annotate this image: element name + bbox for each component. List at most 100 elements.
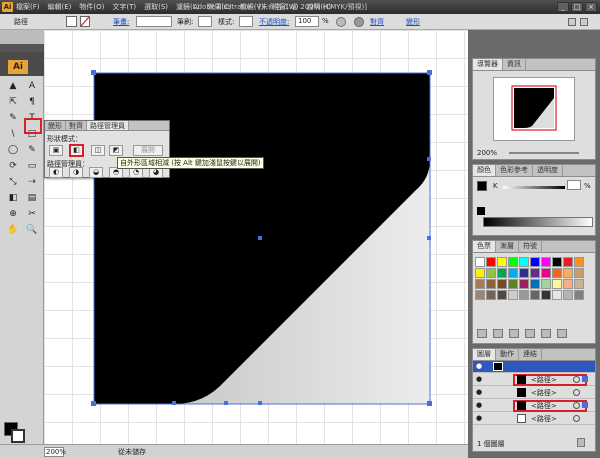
color-swatch[interactable] (475, 279, 485, 289)
tab-links[interactable]: 連結 (519, 349, 542, 360)
color-swatch[interactable] (486, 290, 496, 300)
k-value-field[interactable] (567, 180, 581, 190)
brush-dropdown[interactable] (198, 16, 212, 27)
layer-row-top[interactable]: ● (473, 361, 595, 373)
color-swatch[interactable] (541, 279, 551, 289)
stroke-label[interactable]: 筆畫: (113, 17, 129, 27)
color-swatch[interactable] (486, 257, 496, 267)
color-swatch[interactable] (497, 257, 507, 267)
new-swatch-icon[interactable] (541, 329, 551, 338)
color-swatch[interactable] (530, 257, 540, 267)
color-swatch[interactable] (552, 257, 562, 267)
color-spectrum[interactable] (483, 217, 593, 227)
anchor-point[interactable] (224, 401, 228, 405)
line-tool-icon[interactable]: \ (4, 128, 22, 141)
style-dropdown[interactable] (239, 16, 253, 27)
tab-swatches[interactable]: 色票 (473, 241, 496, 252)
layer-row[interactable]: ● <路徑> (473, 400, 595, 412)
color-swatch[interactable] (486, 268, 496, 278)
magic-wand-tool-icon[interactable]: ⇱ (4, 96, 22, 109)
selection-indicator[interactable] (582, 376, 588, 382)
color-swatch[interactable] (541, 257, 551, 267)
eye-icon[interactable]: ● (476, 375, 482, 383)
tab-navigator[interactable]: 導覽器 (473, 59, 503, 70)
gradient-tool-icon[interactable]: ◧ (4, 192, 22, 205)
zoom-field[interactable]: 200% (44, 447, 66, 457)
tab-layers[interactable]: 圖層 (473, 349, 496, 360)
color-swatch[interactable] (574, 279, 584, 289)
anchor-point[interactable] (91, 401, 96, 406)
target-icon[interactable] (573, 389, 580, 396)
color-swatch[interactable] (552, 279, 562, 289)
color-swatch[interactable] (552, 290, 562, 300)
color-swatch[interactable] (563, 268, 573, 278)
color-swatch[interactable] (497, 268, 507, 278)
color-swatch[interactable] (519, 257, 529, 267)
tab-align[interactable]: 對齊 (66, 121, 87, 130)
rotate-tool-icon[interactable]: ⟳ (4, 160, 22, 173)
direct-selection-tool-icon[interactable]: A (23, 80, 41, 93)
black-swatch[interactable] (477, 207, 485, 215)
menu-type[interactable]: 文字(T) (112, 2, 136, 12)
minimize-button[interactable]: _ (557, 2, 569, 12)
delete-layer-icon[interactable] (577, 438, 585, 447)
anchor-point[interactable] (91, 70, 96, 75)
menu-object[interactable]: 物件(O) (79, 2, 104, 12)
navigator-preview[interactable] (493, 77, 575, 141)
new-group-icon[interactable] (525, 329, 535, 338)
color-swatch[interactable] (563, 257, 573, 267)
ellipse-tool-icon[interactable]: ◯ (4, 144, 22, 157)
color-swatch[interactable] (519, 279, 529, 289)
color-swatch[interactable] (530, 268, 540, 278)
merge-button[interactable]: ◒ (89, 167, 103, 178)
menu-edit[interactable]: 編輯(E) (48, 2, 72, 12)
panel-options-icon[interactable] (568, 18, 576, 26)
fill-color-swatch[interactable] (477, 181, 487, 191)
tab-symbols[interactable]: 符號 (519, 241, 542, 252)
zoom-slider[interactable] (509, 152, 579, 154)
color-swatch[interactable] (519, 290, 529, 300)
eye-icon[interactable]: ● (476, 388, 482, 396)
selection-indicator[interactable] (582, 402, 588, 408)
recolor-icon[interactable] (336, 17, 346, 27)
anchor-point[interactable] (427, 157, 431, 161)
color-swatch[interactable] (475, 290, 485, 300)
fill-swatch[interactable] (66, 16, 77, 27)
tab-gradient[interactable]: 漸層 (496, 241, 519, 252)
tab-actions[interactable]: 動作 (496, 349, 519, 360)
show-kinds-icon[interactable] (493, 329, 503, 338)
k-slider[interactable] (503, 186, 565, 189)
anchor-point[interactable] (427, 236, 431, 240)
layer-row[interactable]: ● <路徑> (473, 413, 595, 425)
fill-dropdown[interactable] (80, 16, 90, 27)
color-swatch[interactable] (508, 290, 518, 300)
eye-icon[interactable]: ● (476, 362, 482, 370)
color-swatch[interactable] (541, 290, 551, 300)
color-swatch[interactable] (541, 268, 551, 278)
intersect-shape-button[interactable]: ◫ (91, 145, 105, 156)
color-swatch[interactable] (475, 268, 485, 278)
add-shape-button[interactable]: ▣ (49, 145, 63, 156)
expand-button[interactable]: 展開 (133, 145, 163, 156)
color-swatch[interactable] (497, 290, 507, 300)
close-button[interactable]: × (585, 2, 597, 12)
blend-tool-icon[interactable]: ⇢ (23, 176, 41, 189)
navigator-zoom[interactable]: 200% (477, 149, 497, 157)
pen-tool-icon[interactable]: ✎ (4, 112, 22, 125)
target-icon[interactable] (573, 402, 580, 409)
layer-row[interactable]: ● <路徑> (473, 374, 595, 386)
color-swatch[interactable] (563, 279, 573, 289)
color-swatch[interactable] (508, 279, 518, 289)
swatch-library-icon[interactable] (477, 329, 487, 338)
layer-row[interactable]: ● <路徑> (473, 387, 595, 399)
scale-tool-icon[interactable]: ▭ (23, 160, 41, 173)
color-swatch[interactable] (563, 290, 573, 300)
divide-button[interactable]: ◐ (49, 167, 63, 178)
color-swatch[interactable] (486, 279, 496, 289)
eye-icon[interactable]: ● (476, 414, 482, 422)
color-swatch[interactable] (574, 290, 584, 300)
swatch-options-icon[interactable] (509, 329, 519, 338)
hand-tool-icon[interactable]: ✋ (4, 224, 22, 237)
color-swatch[interactable] (508, 268, 518, 278)
menu-file[interactable]: 檔案(F) (16, 2, 40, 12)
